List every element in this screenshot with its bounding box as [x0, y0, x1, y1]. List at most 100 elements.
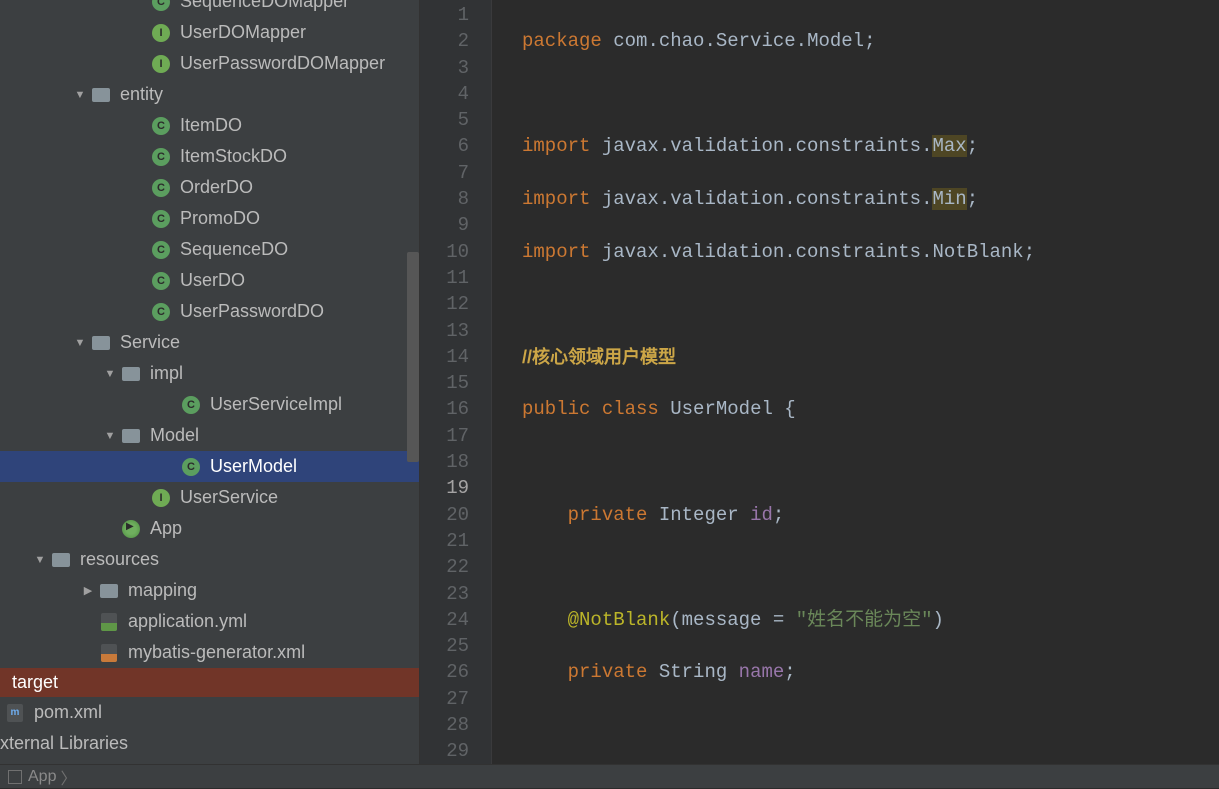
tree-item-userdomapper[interactable]: I UserDOMapper — [0, 17, 419, 48]
tree-item-pom[interactable]: m pom.xml — [0, 697, 419, 728]
tree-item-label: UserModel — [210, 456, 297, 477]
tree-item-mapping[interactable]: ▶ mapping — [0, 575, 419, 606]
line-number[interactable]: 23 — [420, 581, 469, 607]
folder-icon — [50, 549, 72, 571]
tree-item-itemdo[interactable]: C ItemDO — [0, 110, 419, 141]
tree-item-userdo[interactable]: CUserDO — [0, 265, 419, 296]
code-editor[interactable]: 1234567891011121314151617181920212223242… — [420, 0, 1219, 764]
line-number[interactable]: 25 — [420, 633, 469, 659]
class-icon: C — [150, 239, 172, 261]
editor-gutter[interactable]: 1234567891011121314151617181920212223242… — [420, 0, 492, 764]
line-number[interactable]: 15 — [420, 370, 469, 396]
tree-item-label: SequenceDO — [180, 239, 288, 260]
tree-item-service[interactable]: ▼Service — [0, 327, 419, 358]
tree-arrow-icon[interactable]: ▼ — [70, 89, 90, 101]
line-number[interactable]: 27 — [420, 686, 469, 712]
tree-arrow-icon[interactable]: ▼ — [100, 368, 120, 380]
class-icon: C — [150, 146, 172, 168]
tree-item-external-libraries[interactable]: xternal Libraries — [0, 728, 419, 759]
folder-icon — [90, 332, 112, 354]
tree-item-label: UserService — [180, 487, 278, 508]
breadcrumb-icon — [8, 770, 22, 784]
tree-item-sequencedo[interactable]: C SequenceDO — [0, 234, 419, 265]
line-number[interactable]: 20 — [420, 502, 469, 528]
tree-item-label: ItemStockDO — [180, 146, 287, 167]
breadcrumb-sep: 〉 — [60, 765, 76, 789]
tree-arrow-icon[interactable]: ▼ — [70, 337, 90, 349]
tree-item-label: UserPasswordDO — [180, 301, 324, 322]
tree-item-label: Model — [150, 425, 199, 446]
sidebar-scrollbar[interactable] — [407, 252, 419, 462]
tree-arrow-icon[interactable]: ▼ — [30, 554, 50, 566]
line-number[interactable]: 1 — [420, 2, 469, 28]
editor-code-area[interactable]: package com.chao.Service.Model; import j… — [492, 0, 1058, 764]
line-number[interactable]: 17 — [420, 423, 469, 449]
tree-item-impl[interactable]: ▼ impl — [0, 358, 419, 389]
line-number[interactable]: 3 — [420, 55, 469, 81]
tree-item-itemstockdo[interactable]: C ItemStockDO — [0, 141, 419, 172]
line-number[interactable]: 6 — [420, 133, 469, 159]
project-tree-panel[interactable]: CSequenceDOMapperIUserDOMapperIUserPassw… — [0, 0, 420, 764]
line-number[interactable]: 7 — [420, 160, 469, 186]
line-number[interactable]: 8 — [420, 186, 469, 212]
tree-item-orderdo[interactable]: COrderDO — [0, 172, 419, 203]
interface-icon: I — [150, 22, 172, 44]
tree-item-model[interactable]: ▼ Model — [0, 420, 419, 451]
tree-item-usermodel[interactable]: C UserModel — [0, 451, 419, 482]
tree-item-userpassworddomapper[interactable]: IUserPasswordDOMapper — [0, 48, 419, 79]
line-number[interactable]: 10 — [420, 239, 469, 265]
line-number[interactable]: 22 — [420, 554, 469, 580]
line-number[interactable]: 2 — [420, 28, 469, 54]
xml-file-icon — [98, 642, 120, 664]
tree-item-label: entity — [120, 84, 163, 105]
tree-item-label: App — [150, 518, 182, 539]
class-icon: C — [180, 456, 202, 478]
class-icon: C — [150, 115, 172, 137]
line-number[interactable]: 11 — [420, 265, 469, 291]
tree-item-userservice[interactable]: I UserService — [0, 482, 419, 513]
tree-item-label: UserDOMapper — [180, 22, 306, 43]
tree-item-resources[interactable]: ▼resources — [0, 544, 419, 575]
line-number[interactable]: 19 — [420, 475, 469, 501]
interface-icon: I — [150, 487, 172, 509]
line-number[interactable]: 26 — [420, 659, 469, 685]
tree-item-label: UserDO — [180, 270, 245, 291]
tree-item-label: impl — [150, 363, 183, 384]
line-number[interactable]: 16 — [420, 396, 469, 422]
tree-label: pom.xml — [34, 702, 102, 723]
tree-arrow-icon[interactable]: ▶ — [78, 584, 98, 597]
tree-item-label: ItemDO — [180, 115, 242, 136]
tree-item-mybatis-generator.xml[interactable]: mybatis-generator.xml — [0, 637, 419, 668]
line-number[interactable]: 4 — [420, 81, 469, 107]
tree-item-entity[interactable]: ▼ entity — [0, 79, 419, 110]
tree-item-target[interactable]: target — [0, 668, 419, 697]
tree-item-label: mapping — [128, 580, 197, 601]
line-number[interactable]: 29 — [420, 738, 469, 764]
line-number[interactable]: 24 — [420, 607, 469, 633]
class-icon: C — [180, 394, 202, 416]
class-icon: C — [150, 177, 172, 199]
line-number[interactable]: 13 — [420, 318, 469, 344]
tree-item-app[interactable]: App — [0, 513, 419, 544]
line-number[interactable]: 14 — [420, 344, 469, 370]
tree-item-label: application.yml — [128, 611, 247, 632]
tree-item-userpassworddo[interactable]: CUserPasswordDO — [0, 296, 419, 327]
tree-label: xternal Libraries — [0, 733, 128, 754]
tree-arrow-icon[interactable]: ▼ — [100, 430, 120, 442]
class-icon: C — [150, 0, 172, 13]
tree-item-application.yml[interactable]: application.yml — [0, 606, 419, 637]
tree-item-sequencedomapper[interactable]: CSequenceDOMapper — [0, 0, 419, 17]
line-number[interactable]: 5 — [420, 107, 469, 133]
line-number[interactable]: 18 — [420, 449, 469, 475]
line-number[interactable]: 28 — [420, 712, 469, 738]
tree-item-promodo[interactable]: CPromoDO — [0, 203, 419, 234]
folder-icon — [90, 84, 112, 106]
line-number[interactable]: 12 — [420, 291, 469, 317]
tree-item-label: UserPasswordDOMapper — [180, 53, 385, 74]
line-number[interactable]: 21 — [420, 528, 469, 554]
breadcrumb-text: App — [28, 768, 56, 786]
tree-item-userserviceimpl[interactable]: CUserServiceImpl — [0, 389, 419, 420]
status-bar: App 〉 — [0, 764, 1219, 788]
maven-file-icon: m — [4, 702, 26, 724]
line-number[interactable]: 9 — [420, 212, 469, 238]
